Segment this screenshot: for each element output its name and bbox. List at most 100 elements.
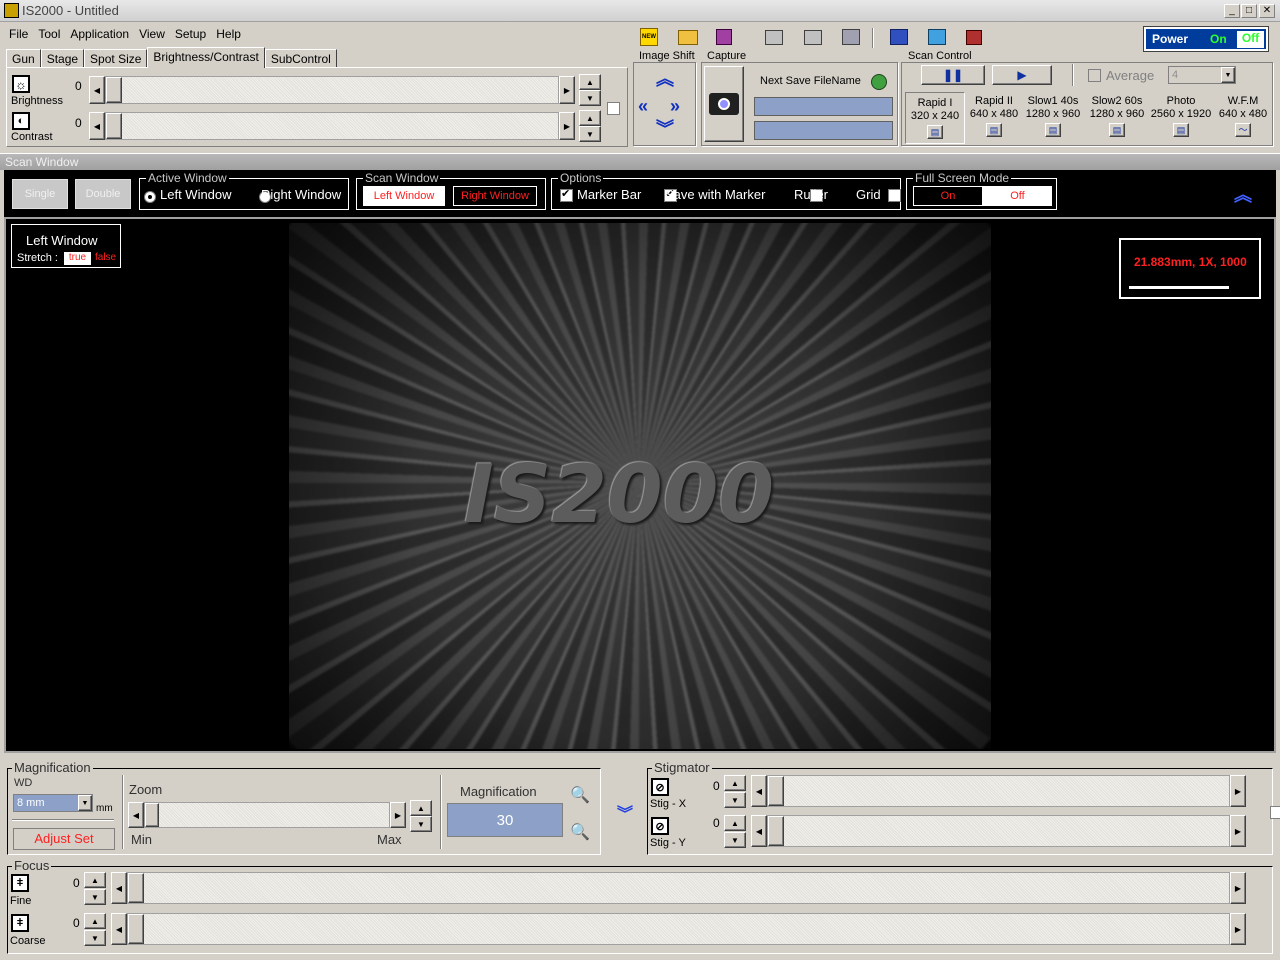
single-button[interactable]: Single	[12, 179, 68, 209]
coarse-spin-down[interactable]: ▼	[84, 930, 106, 946]
shift-right-icon[interactable]: »	[670, 96, 680, 117]
scan-right-window-button[interactable]: Right Window	[453, 186, 537, 206]
maximize-button[interactable]: □	[1241, 4, 1257, 18]
zoom-spin-up[interactable]: ▲	[410, 800, 432, 816]
fine-focus-slider-thumb[interactable]	[128, 873, 144, 903]
power-on-button[interactable]: On	[1210, 32, 1227, 46]
marker-bar-checkbox[interactable]	[560, 187, 573, 202]
contrast-slider[interactable]	[105, 112, 559, 140]
print-preview-icon[interactable]	[804, 30, 822, 45]
camera-button[interactable]	[704, 66, 744, 142]
contrast-scroll-left[interactable]: ◀	[89, 112, 105, 140]
stig-y-slider-thumb[interactable]	[768, 816, 784, 846]
stig-x-scroll-right[interactable]: ▶	[1230, 775, 1246, 807]
tab-spot-size[interactable]: Spot Size	[84, 49, 148, 68]
minimize-button[interactable]: _	[1224, 4, 1240, 18]
menu-view[interactable]: View	[139, 27, 165, 41]
scan-mode-slow2[interactable]: Slow2 60s 1280 x 960 ▤	[1085, 92, 1149, 144]
close-button[interactable]: ✕	[1259, 4, 1275, 18]
tab-gun[interactable]: Gun	[6, 49, 41, 68]
menu-help[interactable]: Help	[216, 27, 241, 41]
zoom-spin-down[interactable]: ▼	[410, 816, 432, 832]
chevron-down-icon[interactable]: ▼	[78, 795, 92, 811]
full-screen-off-button[interactable]: Off	[983, 186, 1052, 206]
shift-up-icon[interactable]: ︽	[656, 70, 674, 88]
chevron-down-icon[interactable]: ▼	[1221, 67, 1235, 83]
scan-mode-rapid1[interactable]: Rapid I 320 x 240 ▤	[905, 92, 965, 144]
open-folder-icon[interactable]	[678, 30, 698, 45]
stig-x-slider-thumb[interactable]	[768, 776, 784, 806]
save-icon[interactable]	[716, 29, 732, 45]
grid-checkbox[interactable]	[888, 189, 902, 202]
full-screen-on-button[interactable]: On	[913, 186, 983, 206]
stig-y-spin-up[interactable]: ▲	[724, 815, 746, 831]
contrast-spin-up[interactable]: ▲	[579, 110, 601, 126]
collapse-up-icon[interactable]: ︽	[1234, 181, 1252, 207]
stig-y-slider[interactable]	[767, 815, 1230, 847]
shift-left-icon[interactable]: «	[638, 96, 648, 117]
menu-file[interactable]: File	[9, 27, 28, 41]
tab-brightness-contrast[interactable]: Brightness/Contrast	[147, 47, 265, 68]
brightness-scroll-left[interactable]: ◀	[89, 76, 105, 104]
stig-x-spin-down[interactable]: ▼	[724, 792, 746, 808]
coarse-spin-up[interactable]: ▲	[84, 913, 106, 929]
play-button[interactable]: ▶	[992, 65, 1052, 85]
measure-icon[interactable]	[890, 29, 908, 45]
scanner-icon[interactable]	[842, 29, 860, 45]
shift-down-icon[interactable]: ︾	[656, 120, 674, 138]
stretch-false-button[interactable]: false	[95, 252, 116, 263]
tab-stage[interactable]: Stage	[40, 49, 85, 68]
zoom-slider-thumb[interactable]	[145, 803, 159, 827]
magnification-value[interactable]: 30	[447, 803, 563, 837]
zoom-slider[interactable]	[144, 802, 390, 828]
stig-y-scroll-right[interactable]: ▶	[1230, 815, 1246, 847]
new-icon[interactable]: NEW	[640, 28, 658, 46]
brightness-slider[interactable]	[105, 76, 559, 104]
left-window-radio[interactable]	[144, 191, 156, 203]
menu-setup[interactable]: Setup	[175, 27, 206, 41]
brightness-spin-up[interactable]: ▲	[579, 74, 601, 90]
coarse-scroll-right[interactable]: ▶	[1230, 913, 1246, 945]
coarse-focus-slider-thumb[interactable]	[128, 914, 144, 944]
collapse-down-icon[interactable]: ︾	[617, 800, 633, 824]
fine-focus-slider[interactable]	[127, 872, 1230, 904]
scan-mode-wfm[interactable]: W.F.M 640 x 480 〜	[1214, 92, 1272, 144]
coarse-focus-slider[interactable]	[127, 913, 1230, 945]
scan-mode-rapid2[interactable]: Rapid II 640 x 480 ▤	[964, 92, 1024, 144]
menu-application[interactable]: Application	[70, 27, 129, 41]
wd-select[interactable]: 8 mm ▼	[13, 794, 93, 812]
stig-x-slider[interactable]	[767, 775, 1230, 807]
browse-icon[interactable]	[871, 74, 887, 90]
menu-tool[interactable]: Tool	[38, 27, 60, 41]
tab-subcontrol[interactable]: SubControl	[264, 49, 337, 68]
fine-spin-down[interactable]: ▼	[84, 889, 106, 905]
contrast-slider-thumb[interactable]	[106, 113, 122, 139]
scan-left-window-button[interactable]: Left Window	[363, 186, 445, 206]
brightness-spin-down[interactable]: ▼	[579, 90, 601, 106]
zoom-scroll-left[interactable]: ◀	[128, 802, 144, 828]
coarse-scroll-left[interactable]: ◀	[111, 913, 127, 945]
stig-y-spin-down[interactable]: ▼	[724, 832, 746, 848]
fine-scroll-left[interactable]: ◀	[111, 872, 127, 904]
contrast-spin-down[interactable]: ▼	[579, 126, 601, 142]
brightness-slider-thumb[interactable]	[106, 77, 122, 103]
zoom-out-icon[interactable]: 🔍	[570, 822, 590, 842]
power-off-button[interactable]: Off	[1237, 31, 1264, 48]
average-select[interactable]: 4 ▼	[1168, 66, 1236, 84]
next-save-filename-field[interactable]	[754, 97, 893, 116]
contrast-scroll-right[interactable]: ▶	[559, 112, 575, 140]
image-viewport[interactable]: IS2000 Left Window Stretch : true false …	[4, 217, 1276, 753]
scan-mode-photo[interactable]: Photo 2560 x 1920 ▤	[1149, 92, 1213, 144]
average-checkbox[interactable]	[1088, 69, 1101, 82]
scan-mode-slow1[interactable]: Slow1 40s 1280 x 960 ▤	[1021, 92, 1085, 144]
print-icon[interactable]	[765, 30, 783, 45]
stig-x-scroll-left[interactable]: ◀	[751, 775, 767, 807]
fine-spin-up[interactable]: ▲	[84, 872, 106, 888]
stretch-true-button[interactable]: true	[64, 252, 91, 265]
stig-y-scroll-left[interactable]: ◀	[751, 815, 767, 847]
zoom-in-icon[interactable]: 🔍	[570, 785, 590, 805]
save-path-field[interactable]	[754, 121, 893, 140]
stigmator-link-checkbox[interactable]	[1270, 806, 1280, 819]
zoom-scroll-right[interactable]: ▶	[390, 802, 406, 828]
pause-button[interactable]: ❚❚	[921, 65, 985, 85]
